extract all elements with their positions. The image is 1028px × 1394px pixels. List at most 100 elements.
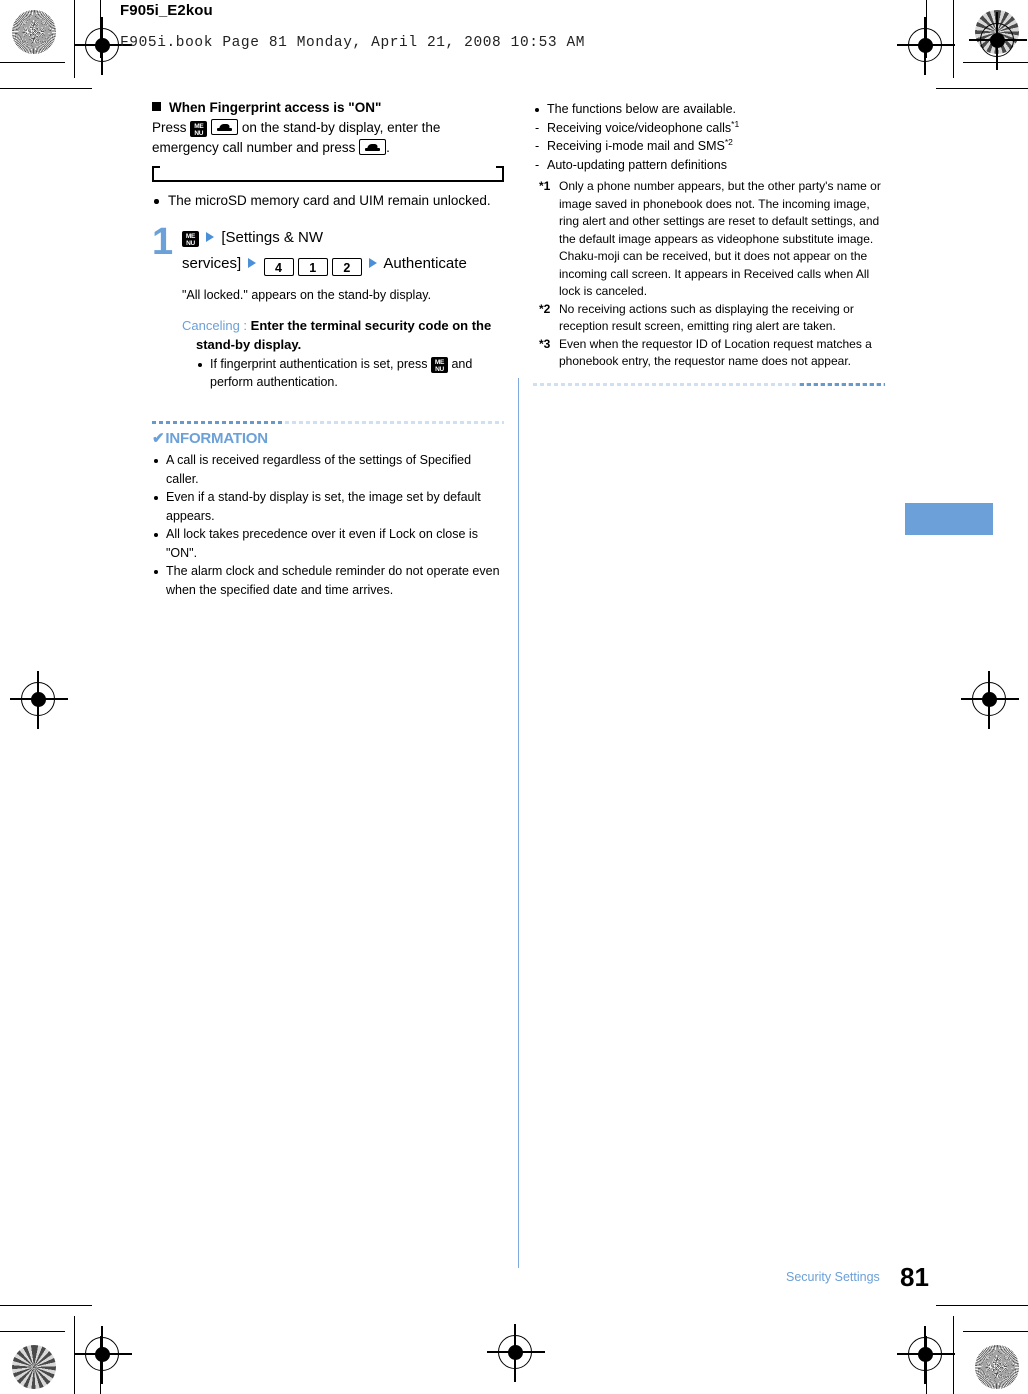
list-item: The functions below are available.: [533, 100, 885, 119]
crop-mark-bottom-right-v: [953, 1316, 955, 1394]
canceling-instruction-cont: stand-by display.: [196, 337, 302, 352]
settings-menu-label-cont: services]: [182, 255, 242, 272]
crop-mark-inner-bottom-right-h: [936, 1305, 1028, 1307]
registration-target-upper-left: [74, 17, 132, 75]
step-body: ME NU [Settings & NW services] 4 1 2 Auth…: [182, 225, 504, 391]
fingerprint-note-post: and: [451, 357, 473, 371]
footnote-ref: *1: [731, 118, 740, 129]
dash-item-text: Auto-updating pattern definitions: [547, 157, 727, 172]
registration-star-target-bottom-right: [975, 1345, 1019, 1389]
section-body-mid-text: on the stand-by display, enter the: [241, 120, 441, 135]
authenticate-label: Authenticate: [383, 255, 467, 272]
section-heading-text: When Fingerprint access is "ON": [169, 100, 382, 115]
list-item: The microSD memory card and UIM remain u…: [152, 191, 504, 211]
menu-key-icon: ME NU: [190, 121, 208, 137]
step-result-note: "All locked." appears on the stand-by di…: [182, 288, 432, 302]
canceling-block: Canceling : Enter the terminal security …: [182, 316, 504, 354]
number-key-4: 4: [263, 258, 294, 276]
book-title: F905i_E2kou: [120, 2, 213, 19]
information-divider-rule: [152, 421, 504, 424]
crop-mark-bottom-left-h: [0, 1331, 65, 1333]
footnote-2: *2 No receiving actions such as displayi…: [533, 301, 885, 336]
menu-key-icon-3: ME NU: [182, 231, 199, 247]
information-title-text: INFORMATION: [165, 430, 268, 447]
registration-target-top-right: [969, 12, 1027, 70]
registration-target-lower-left: [74, 1326, 132, 1384]
crop-mark-top-left-v: [74, 0, 76, 78]
square-bullet-icon: [152, 102, 161, 111]
footnote-1: *1 Only a phone number appears, but the …: [533, 178, 885, 301]
footnote-text: Even when the requestor ID of Location r…: [559, 336, 872, 369]
footer-chapter-label: Security Settings: [786, 1270, 880, 1284]
section-body-period: .: [386, 140, 390, 155]
chapter-thumb-tab: [905, 503, 993, 535]
dash-item-2: - Receiving i-mode mail and SMS*2: [533, 137, 885, 156]
step-1: 1 ME NU [Settings & NW services] 4 1 2 Au…: [152, 221, 504, 391]
crop-mark-top-right-v: [953, 0, 955, 78]
dash-marker: -: [535, 157, 540, 172]
menu-key-icon-4: ME NU: [430, 357, 448, 373]
list-item: If fingerprint authentication is set, pr…: [196, 355, 504, 391]
call-key-icon: [211, 119, 239, 135]
column-divider: [518, 378, 520, 1268]
left-column: When Fingerprint access is "ON" Press ME…: [151, 100, 505, 599]
dash-item-text: Receiving voice/videophone calls: [547, 120, 732, 135]
dash-item-3: - Auto-updating pattern definitions: [533, 156, 885, 175]
footnote-text: Only a phone number appears, but the oth…: [559, 179, 881, 298]
registration-target-mid-left: [10, 671, 68, 729]
dash-marker: -: [535, 139, 540, 153]
crop-mark-inner-top-left-h: [0, 88, 92, 90]
right-column: The functions below are available. - Rece…: [533, 100, 885, 391]
section-closing-bracket: [151, 166, 505, 182]
footnote-3: *3 Even when the requestor ID of Locatio…: [533, 336, 885, 371]
dash-marker: -: [535, 120, 540, 135]
footnote-mark: *2: [539, 301, 551, 316]
number-key-2: 2: [331, 258, 362, 276]
registration-target-bottom-center: [487, 1324, 545, 1382]
settings-menu-label: [Settings & NW: [221, 229, 324, 246]
handset-icon-2: [365, 142, 381, 151]
crop-mark-bottom-left-v: [74, 1316, 76, 1394]
fingerprint-note-pre: If fingerprint authentication is set, pr…: [210, 357, 428, 371]
canceling-label: Canceling :: [182, 318, 248, 333]
list-item: A call is received regardless of the set…: [152, 451, 504, 488]
step-number: 1: [152, 221, 174, 263]
list-item: The alarm clock and schedule reminder do…: [152, 562, 504, 599]
crop-mark-inner-bottom-left-h: [0, 1305, 92, 1307]
menu-key-label-top-4: ME: [434, 359, 445, 366]
footnote-ref: *2: [724, 136, 733, 147]
section-heading-fingerprint: When Fingerprint access is "ON": [152, 100, 504, 115]
crop-mark-bottom-right-h: [963, 1331, 1028, 1333]
registration-star-target-bottom-left: [12, 1345, 56, 1389]
registration-target-upper-right: [897, 17, 955, 75]
menu-key-label-bottom-4: NU: [435, 366, 444, 373]
step-operation-line: ME NU [Settings & NW services] 4 1 2 Auth…: [182, 225, 504, 277]
arrow-right-icon-1: [206, 232, 215, 242]
fingerprint-note-cont: perform authentication.: [210, 375, 338, 389]
check-icon: ✔: [152, 430, 165, 447]
footnote-mark: *1: [539, 179, 551, 193]
menu-key-label-top: ME: [194, 123, 204, 130]
registration-target-lower-right: [897, 1326, 955, 1384]
information-list: A call is received regardless of the set…: [152, 451, 504, 599]
menu-key-label-bottom: NU: [194, 130, 204, 137]
fingerprint-subnote-list: If fingerprint authentication is set, pr…: [182, 355, 504, 391]
number-key-1: 1: [297, 258, 328, 276]
dash-item-text: Receiving i-mode mail and SMS: [547, 139, 725, 153]
call-key-icon-2: [359, 139, 387, 155]
information-title: ✔INFORMATION: [152, 429, 504, 447]
arrow-right-icon-3: [369, 258, 378, 268]
crop-mark-top-left-h: [0, 62, 65, 64]
arrow-right-icon-2: [248, 258, 257, 268]
right-column-divider-rule: [533, 382, 885, 386]
dash-item-1: - Receiving voice/videophone calls*1: [533, 119, 885, 138]
handset-icon: [217, 122, 233, 131]
registration-star-target-top-left: [12, 10, 56, 54]
information-section: ✔INFORMATION A call is received regardle…: [152, 421, 504, 599]
canceling-instruction: Enter the terminal security code on the: [250, 318, 492, 333]
press-label: Press: [152, 120, 187, 135]
footnote-mark: *3: [539, 336, 551, 351]
menu-key-label-bottom-3: NU: [186, 240, 195, 247]
crop-mark-inner-top-right-h: [936, 88, 1028, 90]
section-body-paragraph: Press ME NU on the stand-by display, ente…: [152, 118, 504, 158]
